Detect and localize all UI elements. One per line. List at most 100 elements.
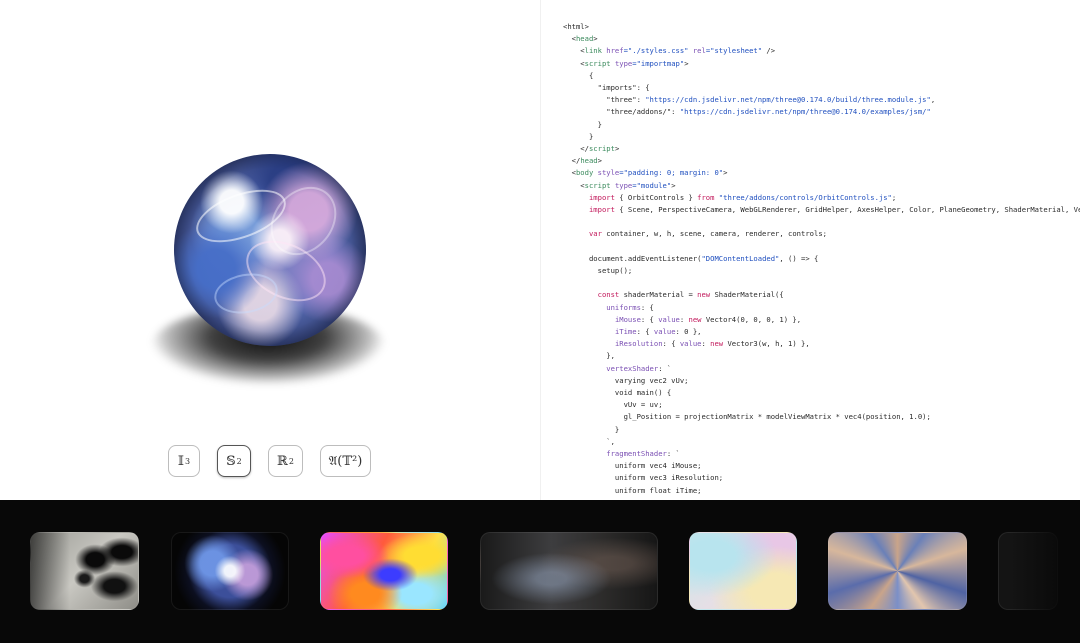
code-line: { <box>563 70 593 82</box>
dark-refraction-thumb[interactable] <box>480 532 658 610</box>
code-token: const <box>597 290 620 300</box>
iridescent-swirl-thumb[interactable] <box>320 532 448 610</box>
code-token: > <box>723 168 728 178</box>
code-token: , () => { <box>779 253 819 263</box>
light-streak <box>189 179 293 253</box>
code-token: varying vec2 vUv; <box>563 375 689 385</box>
code-line: document.addEventListener("DOMContentLoa… <box>563 253 818 265</box>
code-token: shaderMaterial = <box>619 290 698 300</box>
code-line: uniform float iTime; <box>563 485 702 497</box>
code-line: iResolution: { value: new Vector3(w, h, … <box>563 338 810 350</box>
pastel-gradient-thumb[interactable] <box>689 532 797 610</box>
code-line: } <box>563 424 619 436</box>
code-token: : 0 }, <box>675 327 702 336</box>
code-token: : { <box>640 314 659 324</box>
code-token: `, <box>563 436 615 446</box>
shader-preview-canvas[interactable]: 𝕀3 𝕊2 ℝ2 𝔄(𝕋²) <box>0 0 540 500</box>
code-token: container, w, h, scene, camera, renderer… <box>601 229 827 239</box>
geometry-button-label: ℝ <box>277 453 288 469</box>
code-token: script <box>588 144 615 153</box>
geometry-button-sup: 2 <box>236 456 242 466</box>
code-line: } <box>563 131 593 143</box>
code-token: : { <box>636 327 654 336</box>
code-token: type <box>614 180 633 190</box>
code-token: import <box>588 205 615 214</box>
code-token: : <box>701 339 711 349</box>
code-line: <script type="importmap"> <box>563 58 689 70</box>
shader-sphere[interactable] <box>174 154 366 346</box>
code-token: </ <box>563 156 581 166</box>
code-line: <script type="module"> <box>563 180 676 192</box>
code-token: link <box>584 46 607 56</box>
code-line: vUv = uv; <box>563 399 663 411</box>
code-token: } <box>563 131 594 141</box>
code-line: </head> <box>563 155 602 167</box>
glowing-sphere-thumb[interactable] <box>171 532 289 610</box>
code-line: uniform vec3 iResolution; <box>563 472 723 484</box>
code-token: new <box>710 339 724 349</box>
code-token: iTime <box>614 327 637 336</box>
code-token: > <box>684 58 689 68</box>
code-token: < <box>563 46 585 56</box>
kaleidoscope-thumb[interactable] <box>828 532 967 610</box>
code-token: : { <box>662 339 680 349</box>
geometry-button-r2[interactable]: ℝ2 <box>268 445 303 477</box>
shader-gallery <box>0 500 1080 643</box>
code-token: < <box>563 34 576 44</box>
code-token: gl_Position = projectionMatrix * modelVi… <box>563 412 931 422</box>
code-line: } <box>563 119 602 131</box>
code-editor[interactable]: <html> <head> <link href="./styles.css" … <box>540 0 1080 500</box>
code-token: Vector3(w, h, 1) }, <box>723 339 810 349</box>
geometry-button-i3[interactable]: 𝕀3 <box>168 445 200 477</box>
code-token: type <box>614 58 633 68</box>
code-token: ="importmap" <box>632 58 685 68</box>
code-line: "imports": { <box>563 82 650 94</box>
gallery-fade-right <box>1010 500 1080 643</box>
code-line: void main() { <box>563 387 671 399</box>
code-line: <html> <box>563 21 589 33</box>
code-token: <html> <box>563 22 589 31</box>
code-token: "imports": { <box>563 83 650 92</box>
code-token: : ` <box>658 363 672 373</box>
code-line: const shaderMaterial = new ShaderMateria… <box>563 289 784 301</box>
code-token: "three": <box>563 95 646 105</box>
geometry-button-at2[interactable]: 𝔄(𝕋²) <box>320 445 371 477</box>
code-token: }, <box>563 351 615 361</box>
code-line: fragmentShader: ` <box>563 448 680 460</box>
code-token: from <box>697 192 715 202</box>
code-token: ; <box>891 192 897 202</box>
code-token: > <box>671 180 676 190</box>
code-token: void main() { <box>563 388 672 397</box>
code-token: </ <box>563 144 589 153</box>
geometry-button-label: 𝕊 <box>226 453 236 469</box>
code-token: : { <box>640 302 654 312</box>
code-token: body <box>575 168 598 178</box>
code-token: "three/addons/controls/OrbitControls.js" <box>718 192 892 202</box>
code-token: "https://cdn.jsdelivr.net/npm/three@0.17… <box>645 95 931 105</box>
code-line: import { OrbitControls } from "three/add… <box>563 192 896 204</box>
code-token: > <box>597 156 602 166</box>
code-token: uniform float iTime; <box>563 485 702 495</box>
code-line: iTime: { value: 0 }, <box>563 326 702 338</box>
code-token: uniform vec4 iMouse; <box>563 461 702 471</box>
code-token: import <box>588 192 615 202</box>
geometry-button-s2[interactable]: 𝕊2 <box>217 445 251 477</box>
code-token: value <box>679 339 702 349</box>
code-line: </script> <box>563 143 619 155</box>
code-token: , <box>930 95 936 105</box>
geometry-button-label: 𝕀 <box>177 453 184 469</box>
code-token: var <box>588 229 602 239</box>
code-token: "https://cdn.jsdelivr.net/npm/three@0.17… <box>679 107 931 117</box>
code-token: { OrbitControls } <box>614 192 698 202</box>
code-token: href <box>606 46 624 56</box>
code-line: "three/addons/": "https://cdn.jsdelivr.n… <box>563 106 931 118</box>
code-token: iResolution <box>614 339 663 349</box>
